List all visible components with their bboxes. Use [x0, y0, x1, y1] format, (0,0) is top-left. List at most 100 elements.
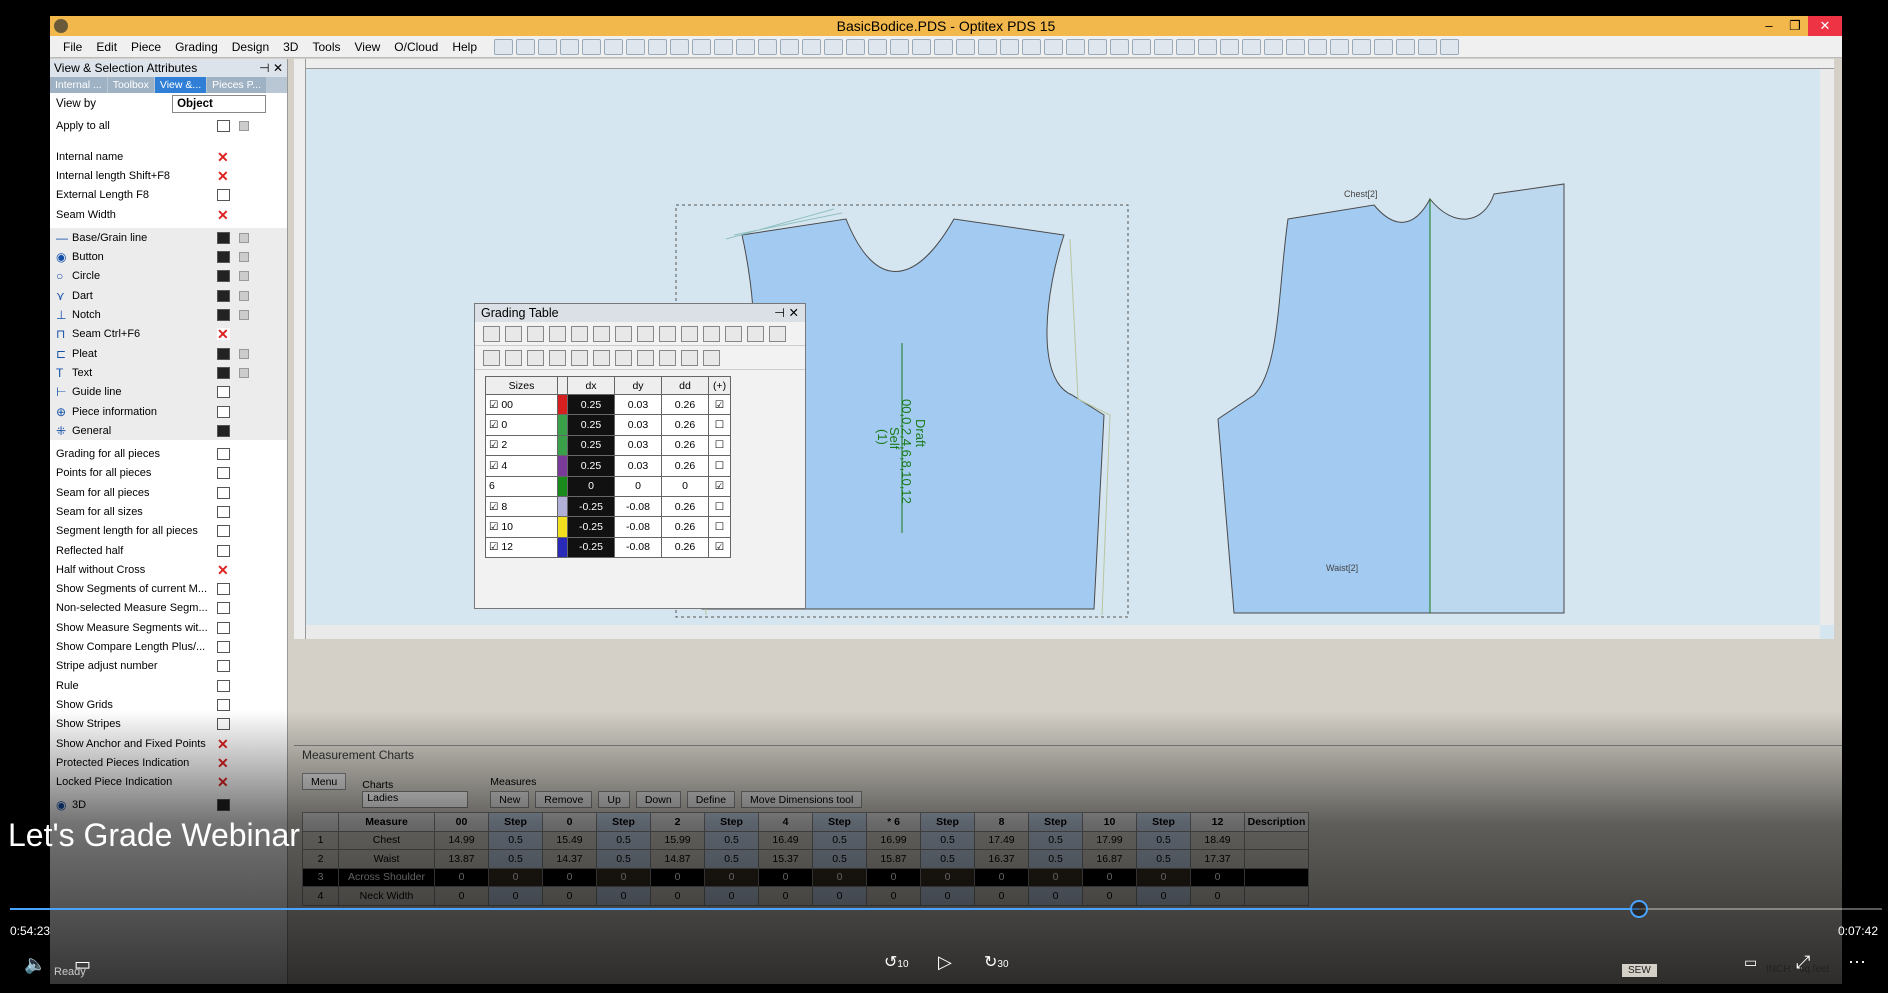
toolbar-tool-icon[interactable]	[1198, 38, 1217, 55]
panel-item[interactable]: Seam for all sizes	[50, 502, 287, 521]
panel-item[interactable]: Show Grids	[50, 695, 287, 714]
grading-tool-icon[interactable]	[527, 325, 544, 342]
plus-checkbox[interactable]: ☑	[708, 475, 731, 497]
measurement-cell[interactable]: 16.49	[758, 830, 813, 850]
measurement-cell[interactable]: 0	[812, 886, 867, 906]
plus-checkbox[interactable]: ☐	[708, 516, 731, 538]
toolbar-tool-icon[interactable]	[648, 38, 667, 55]
grading-tool-icon[interactable]	[681, 325, 698, 342]
grading-tool-icon[interactable]	[483, 325, 500, 342]
measurement-cell[interactable]: 17.99	[1082, 830, 1137, 850]
toolbar-tool-icon[interactable]	[956, 38, 975, 55]
visibility-icon[interactable]	[217, 718, 230, 731]
measurement-cell[interactable]: 0	[1190, 886, 1245, 906]
visibility-icon[interactable]	[217, 641, 230, 654]
panel-item[interactable]: ⊥ Notch	[50, 305, 287, 325]
grading-tool-icon[interactable]	[505, 349, 522, 366]
measurement-cell[interactable]: 0	[542, 867, 597, 887]
menu-edit[interactable]: Edit	[89, 40, 124, 54]
grading-tool-icon[interactable]	[637, 325, 654, 342]
grading-tool-icon[interactable]	[549, 349, 566, 366]
measurement-cell[interactable]: 15.49	[542, 830, 597, 850]
visibility-icon[interactable]	[217, 189, 230, 202]
menu-ocloud[interactable]: O/Cloud	[387, 40, 445, 54]
measurement-cell[interactable]: 0	[1082, 867, 1137, 887]
measurement-cell[interactable]: 4	[302, 886, 339, 906]
measurement-row[interactable]: 4 Neck Width 0 0 0 0 0 0 0 0 0 0 0 0 0 0 0	[302, 886, 1309, 906]
menu-piece[interactable]: Piece	[124, 40, 168, 54]
skip-forward-icon[interactable]: ↻30	[984, 952, 1009, 972]
tab-view[interactable]: View &...	[154, 77, 207, 93]
dy-cell[interactable]: -0.08	[614, 516, 662, 538]
grading-tool-icon[interactable]	[725, 325, 742, 342]
select-toggle-icon[interactable]	[239, 232, 249, 243]
dy-cell[interactable]: 0.03	[614, 393, 662, 416]
panel-item[interactable]: Seam for all pieces	[50, 483, 287, 502]
visibility-icon[interactable]	[217, 583, 230, 596]
plus-checkbox[interactable]: ☑	[708, 536, 731, 559]
tab-toolbox[interactable]: Toolbox	[107, 77, 154, 93]
measurement-cell[interactable]: 16.99	[866, 830, 921, 850]
panel-close-icon[interactable]: ✕	[273, 61, 283, 75]
measurement-cell[interactable]: 0	[704, 886, 759, 906]
hidden-x-icon[interactable]: ✕	[217, 169, 230, 183]
toolbar-tool-icon[interactable]	[1022, 38, 1041, 55]
play-icon[interactable]: ▷	[938, 952, 952, 973]
menu-view[interactable]: View	[347, 40, 387, 54]
dd-cell[interactable]: 0.26	[661, 393, 709, 416]
size-cell[interactable]: ☑ 0	[485, 414, 558, 436]
panel-item[interactable]: Reflected half	[50, 541, 287, 560]
grading-tool-icon[interactable]	[659, 325, 676, 342]
toolbar-tool-icon[interactable]	[516, 38, 535, 55]
measurement-cell[interactable]: 0.5	[1136, 849, 1191, 869]
measurement-cell[interactable]: 0.5	[812, 830, 867, 850]
visibility-icon[interactable]	[217, 486, 230, 499]
dx-cell[interactable]: -0.25	[567, 536, 615, 559]
measurement-cell[interactable]: 0	[758, 867, 813, 887]
measurement-cell[interactable]: 0	[974, 886, 1029, 906]
grading-tool-icon[interactable]	[769, 325, 786, 342]
measurement-cell[interactable]	[1244, 886, 1309, 906]
panel-item[interactable]: Internal length Shift+F8 ✕	[50, 166, 287, 185]
measure-button[interactable]: Define	[686, 791, 736, 808]
measurement-cell[interactable]: 0.5	[488, 849, 543, 869]
visibility-icon[interactable]	[217, 270, 230, 283]
measurement-cell[interactable]: 0	[650, 886, 705, 906]
toolbar-tool-icon[interactable]	[1308, 38, 1327, 55]
size-cell[interactable]: ☑ 8	[485, 495, 558, 518]
toolbar-tool-icon[interactable]	[934, 38, 953, 55]
toolbar-tool-icon[interactable]	[1418, 38, 1437, 55]
visibility-icon[interactable]	[217, 251, 230, 264]
measurement-cell[interactable]	[1244, 849, 1309, 869]
grading-row[interactable]: ☑ 8 -0.25 -0.08 0.26 ☐	[485, 495, 731, 518]
tab-internal[interactable]: Internal ...	[50, 77, 107, 93]
measurement-cell[interactable]: 0	[1028, 867, 1083, 887]
visibility-icon[interactable]	[217, 544, 230, 557]
close-button[interactable]: ✕	[1808, 16, 1842, 36]
toolbar-tool-icon[interactable]	[1396, 38, 1415, 55]
panel-item[interactable]: Show Anchor and Fixed Points ✕	[50, 734, 287, 753]
hidden-x-icon[interactable]: ✕	[217, 756, 230, 770]
grading-tool-icon[interactable]	[549, 325, 566, 342]
toolbar-tool-icon[interactable]	[582, 38, 601, 55]
grading-tool-icon[interactable]	[615, 349, 632, 366]
captions-icon[interactable]: ▭	[74, 954, 91, 975]
grading-tool-icon[interactable]	[505, 325, 522, 342]
toolbar-tool-icon[interactable]	[1352, 38, 1371, 55]
toolbar-tool-icon[interactable]	[494, 38, 513, 55]
panel-item[interactable]: ◉ Button	[50, 247, 287, 267]
select-toggle-icon[interactable]	[239, 271, 249, 282]
toolbar-tool-icon[interactable]	[802, 38, 821, 55]
measure-button[interactable]: Remove	[535, 791, 593, 808]
grading-row[interactable]: 6 0 0 0 ☑	[485, 475, 731, 497]
panel-item[interactable]: ◉ 3D	[50, 796, 287, 815]
measurement-cell[interactable]: 0	[920, 867, 975, 887]
measurement-cell[interactable]: Across Shoulder	[338, 867, 435, 887]
panel-item[interactable]: Segment length for all pieces	[50, 522, 287, 541]
menu-help[interactable]: Help	[445, 40, 484, 54]
toolbar-tool-icon[interactable]	[1286, 38, 1305, 55]
fullscreen-icon[interactable]: ⤢	[1796, 952, 1810, 973]
dx-cell[interactable]: 0.25	[567, 393, 615, 416]
dy-cell[interactable]: -0.08	[614, 495, 662, 518]
dx-cell[interactable]: 0.25	[567, 455, 615, 477]
